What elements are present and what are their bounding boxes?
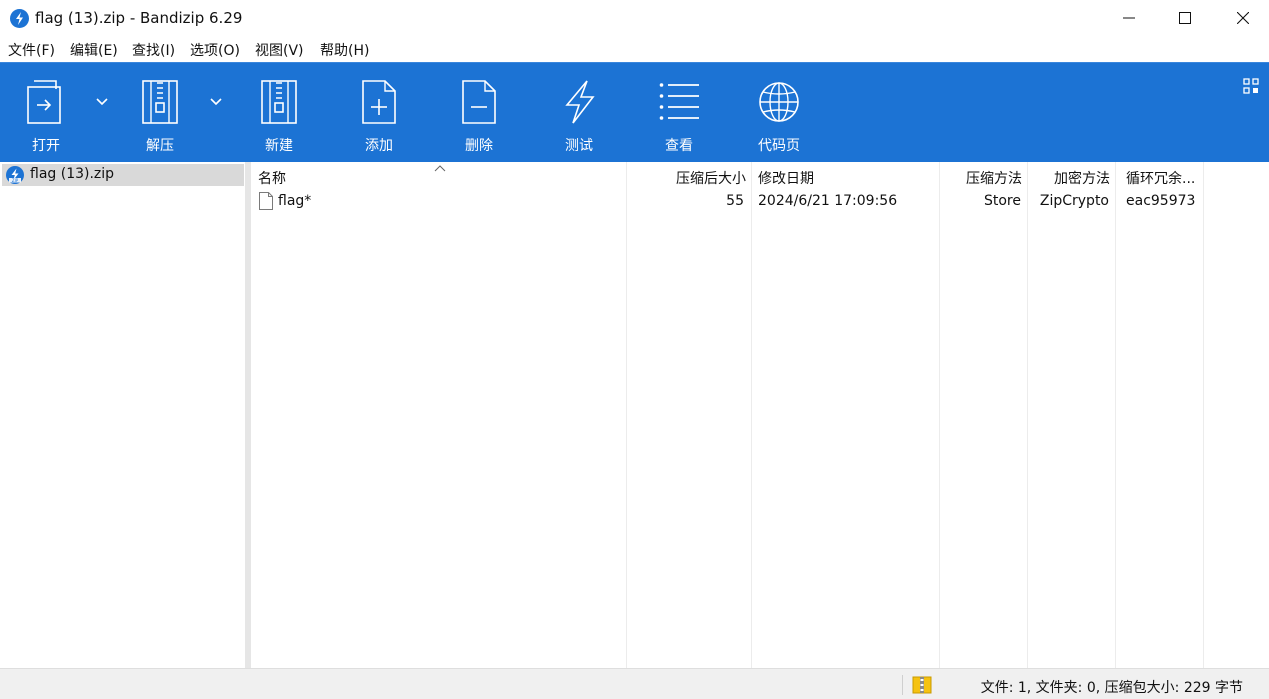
cell-encryption: ZipCrypto — [1039, 193, 1109, 209]
new-button[interactable]: 新建 — [239, 63, 319, 161]
column-divider — [939, 162, 940, 668]
codepage-globe-icon — [759, 82, 799, 122]
menu-view[interactable]: 视图(V) — [255, 40, 304, 60]
toolbar: 打开 解压 新建 添加 删除 测试 查看 代码页 — [0, 62, 1269, 162]
tree-item-label: flag (13).zip — [30, 166, 115, 182]
window-title: flag (13).zip - Bandizip 6.29 — [35, 9, 243, 27]
column-divider — [1115, 162, 1116, 668]
layout-toggle-icon[interactable] — [1243, 78, 1259, 94]
close-icon — [1237, 12, 1249, 24]
maximize-icon — [1179, 12, 1191, 24]
codepage-label: 代码页 — [758, 138, 800, 154]
column-header-name-label: 名称 — [258, 171, 286, 187]
cell-method: Store — [983, 193, 1021, 209]
column-header-crc-label: 循环冗余... — [1126, 171, 1196, 187]
cell-crc: eac95973 — [1126, 193, 1196, 209]
column-header-modified-label: 修改日期 — [758, 171, 814, 187]
maximize-button[interactable] — [1162, 0, 1208, 36]
column-header-method-label: 压缩方法 — [966, 171, 1022, 187]
column-header-modified[interactable]: 修改日期 — [752, 162, 939, 190]
table-row[interactable]: flag* 55 2024/6/21 17:09:56 Store ZipCry… — [251, 190, 1269, 214]
file-icon — [259, 192, 273, 210]
view-list-icon — [659, 83, 699, 120]
test-button[interactable]: 测试 — [539, 63, 619, 161]
archive-status-icon — [912, 676, 932, 694]
view-button[interactable]: 查看 — [639, 63, 719, 161]
view-label: 查看 — [665, 138, 693, 154]
chevron-down-icon[interactable] — [210, 97, 222, 107]
column-header-compressed-size[interactable]: 压缩后大小 — [627, 162, 751, 190]
status-divider — [902, 675, 903, 695]
extract-label: 解压 — [146, 138, 174, 154]
cell-name: flag* — [278, 193, 312, 209]
menu-edit[interactable]: 编辑(E) — [70, 40, 118, 60]
menu-file[interactable]: 文件(F) — [8, 40, 55, 60]
column-header-encryption-label: 加密方法 — [1054, 171, 1110, 187]
status-bar: 文件: 1, 文件夹: 0, 压缩包大小: 229 字节 — [0, 668, 1269, 699]
menu-options[interactable]: 选项(O) — [190, 40, 240, 60]
add-label: 添加 — [365, 138, 393, 154]
title-bar: flag (13).zip - Bandizip 6.29 — [0, 0, 1269, 36]
menu-bar: 文件(F) 编辑(E) 查找(I) 选项(O) 视图(V) 帮助(H) — [0, 37, 1269, 62]
tree-item-archive[interactable]: ZIP flag (13).zip — [2, 164, 244, 186]
extract-button[interactable]: 解压 — [120, 63, 200, 161]
column-divider — [1203, 162, 1204, 668]
column-header-compressed-size-label: 压缩后大小 — [676, 171, 746, 187]
column-header-method[interactable]: 压缩方法 — [940, 162, 1027, 190]
menu-find[interactable]: 查找(I) — [132, 40, 175, 60]
add-button[interactable]: 添加 — [339, 63, 419, 161]
menu-help[interactable]: 帮助(H) — [320, 40, 369, 60]
column-divider — [751, 162, 752, 668]
open-archive-icon — [27, 80, 61, 124]
chevron-down-icon[interactable] — [96, 97, 108, 107]
folder-tree-pane: ZIP flag (13).zip — [0, 162, 245, 668]
new-label: 新建 — [265, 138, 293, 154]
minimize-button[interactable] — [1106, 0, 1152, 36]
extract-icon — [142, 80, 178, 124]
open-button[interactable]: 打开 — [6, 63, 86, 161]
bandizip-logo-icon — [10, 9, 29, 28]
column-header-crc[interactable]: 循环冗余... — [1116, 162, 1203, 190]
sort-ascending-icon — [434, 165, 446, 172]
column-header-name[interactable]: 名称 — [251, 162, 626, 190]
delete-button[interactable]: 删除 — [439, 63, 519, 161]
cell-modified: 2024/6/21 17:09:56 — [758, 193, 898, 209]
column-divider — [626, 162, 627, 668]
add-file-icon — [362, 80, 396, 124]
codepage-button[interactable]: 代码页 — [739, 63, 819, 161]
svg-text:ZIP: ZIP — [12, 178, 19, 183]
minimize-icon — [1123, 17, 1135, 19]
test-lightning-icon — [565, 80, 595, 124]
column-header-encryption[interactable]: 加密方法 — [1028, 162, 1115, 190]
open-label: 打开 — [32, 138, 60, 154]
cell-compressed-size: 55 — [726, 193, 744, 209]
close-button[interactable] — [1220, 0, 1266, 36]
delete-file-icon — [462, 80, 496, 124]
zip-archive-icon: ZIP — [6, 166, 24, 184]
test-label: 测试 — [565, 138, 593, 154]
delete-label: 删除 — [465, 138, 493, 154]
file-list: 名称 压缩后大小 修改日期 压缩方法 加密方法 循环冗余... flag* 55… — [251, 162, 1269, 668]
new-archive-icon — [261, 80, 297, 124]
column-divider — [1027, 162, 1028, 668]
status-text: 文件: 1, 文件夹: 0, 压缩包大小: 229 字节 — [980, 680, 1243, 696]
